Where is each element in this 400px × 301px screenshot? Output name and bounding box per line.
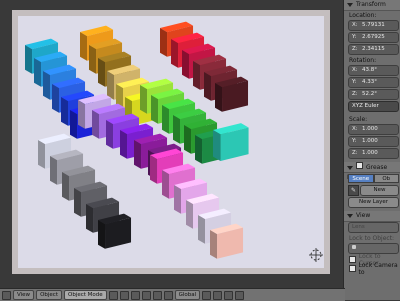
lock-camera-row[interactable]: Lock Camera to	[344, 262, 400, 276]
editor-type-icon[interactable]	[2, 290, 11, 300]
cube-side-face	[80, 32, 88, 61]
location-z-field[interactable]: Z: 2.34115	[348, 44, 399, 55]
cube-side-face	[43, 71, 51, 100]
cube-side-face	[120, 130, 128, 159]
cube-side-face	[34, 58, 42, 87]
location-label: Location:	[349, 12, 377, 19]
cube-side-face	[78, 100, 86, 129]
new-grease-pencil-button[interactable]: New	[360, 185, 399, 196]
lock-camera-checkbox[interactable]	[349, 265, 356, 272]
cube-side-face	[61, 97, 69, 126]
3d-viewport[interactable]	[0, 0, 343, 288]
expand-triangle-icon	[347, 2, 353, 7]
cube-side-face	[204, 72, 212, 101]
cube-side-face	[38, 140, 46, 169]
layer-icon[interactable]	[202, 290, 212, 300]
cube-side-face	[89, 45, 97, 74]
cube-side-face	[140, 85, 148, 114]
tab-scene[interactable]: Scene	[348, 174, 374, 183]
lens-field[interactable]: Lens	[348, 222, 399, 233]
scene-render	[12, 10, 330, 274]
cube-side-face	[50, 156, 58, 185]
cube-side-face	[98, 220, 106, 249]
lock-icon[interactable]	[224, 290, 234, 300]
cube-side-face	[70, 110, 78, 139]
snap-icon[interactable]	[235, 290, 245, 300]
scale-y-field[interactable]: Y: 1.000	[348, 136, 399, 147]
expand-triangle-icon	[347, 213, 353, 218]
cube-side-face	[62, 172, 70, 201]
tab-object[interactable]: Ob	[373, 174, 399, 183]
cube-side-face	[151, 95, 159, 124]
scale-z-field[interactable]: Z: 1.000	[348, 148, 399, 159]
cube-side-face	[174, 185, 182, 214]
cube-side-face	[162, 105, 170, 134]
cube-side-face	[193, 61, 201, 90]
cube-side-face	[25, 45, 33, 74]
cube-side-face	[98, 58, 106, 87]
rotation-x-field[interactable]: X: 43.8°	[348, 65, 399, 76]
mode-dropdown[interactable]: Object Mode	[63, 290, 107, 300]
rotate-icon[interactable]	[152, 290, 162, 300]
cube-side-face	[195, 135, 203, 164]
cube-side-face	[106, 120, 114, 149]
scale-x-field[interactable]: X: 1.000	[348, 124, 399, 135]
location-y-field[interactable]: Y: 2.67925	[348, 32, 399, 43]
location-x-field[interactable]: X: 5.79131	[348, 20, 399, 31]
layer-icon[interactable]	[213, 290, 223, 300]
grease-pencil-panel-header[interactable]: Grease Penc	[344, 162, 400, 181]
properties-panel: Transform Location: X: 5.79131 Y: 2.67925 …	[343, 0, 400, 300]
grease-pencil-new-row: ✎ New	[348, 185, 399, 196]
cube-side-face	[86, 204, 94, 233]
viewport-header: View Object Object Mode Global	[0, 288, 345, 301]
scale-label: Scale:	[349, 116, 368, 123]
cube-side-face	[213, 130, 221, 162]
color-cube	[215, 76, 249, 112]
cube-side-face	[52, 84, 60, 113]
cube-side-face	[150, 155, 158, 184]
rotation-label: Rotation:	[349, 57, 377, 64]
object-menu[interactable]: Object	[36, 290, 62, 300]
cube-side-face	[134, 140, 142, 169]
transform-panel-header[interactable]: Transform	[344, 0, 400, 11]
cube-side-face	[107, 71, 115, 100]
lock-to-cursor-checkbox[interactable]	[349, 256, 356, 263]
color-cube	[210, 223, 244, 259]
view-panel-header[interactable]: View	[344, 211, 400, 222]
rotation-y-field[interactable]: Y: 4.33°	[348, 77, 399, 88]
new-layer-button[interactable]: New Layer	[348, 197, 399, 208]
scale-icon[interactable]	[163, 290, 173, 300]
cube-side-face	[162, 170, 170, 199]
cube-side-face	[173, 115, 181, 144]
object-icon	[352, 245, 356, 249]
rotation-mode-dropdown[interactable]: XYZ Euler	[348, 101, 399, 112]
cube-side-face	[182, 50, 190, 79]
cube-side-face	[186, 200, 194, 229]
cube-side-face	[171, 39, 179, 68]
shading-icon[interactable]	[108, 290, 118, 300]
manipulator-icon[interactable]	[130, 290, 140, 300]
cube-side-face	[198, 215, 206, 244]
cube-side-face	[160, 28, 168, 57]
rotation-z-field[interactable]: Z: 52.2°	[348, 89, 399, 100]
cube-side-face	[210, 230, 218, 259]
orientation-dropdown[interactable]: Global	[174, 290, 201, 300]
cube-side-face	[92, 110, 100, 139]
color-cube	[98, 213, 132, 249]
cube-side-face	[215, 83, 223, 112]
cube-side-face	[184, 125, 192, 154]
color-cube	[213, 123, 249, 162]
cube-side-face	[74, 188, 82, 217]
grease-pencil-checkbox[interactable]	[356, 162, 363, 169]
pencil-icon[interactable]: ✎	[348, 185, 359, 196]
pivot-icon[interactable]	[119, 290, 129, 300]
grease-pencil-source-tabs: Scene Ob	[348, 174, 399, 183]
expand-triangle-icon	[347, 165, 353, 170]
lock-to-object-label: Lock to Object:	[349, 235, 395, 242]
translate-icon[interactable]	[141, 290, 151, 300]
view-menu[interactable]: View	[13, 290, 35, 300]
